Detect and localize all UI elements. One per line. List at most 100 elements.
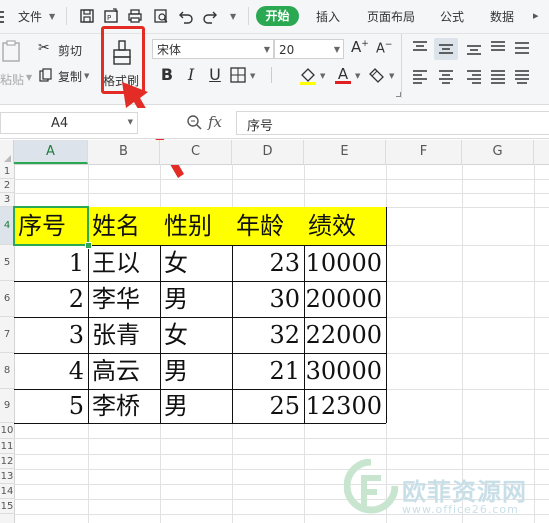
align-right-icon[interactable] <box>466 68 482 88</box>
name-box[interactable]: A4 ▼ <box>0 112 138 134</box>
align-center-icon[interactable] <box>438 68 454 88</box>
table-header-cell[interactable]: 年龄 <box>232 207 304 245</box>
font-size-select[interactable]: 20 ▼ <box>274 39 344 59</box>
row-header[interactable]: 8 <box>0 353 14 389</box>
column-header-b[interactable]: B <box>88 140 160 164</box>
row-header[interactable]: 15 <box>0 499 14 514</box>
table-cell[interactable]: 23 <box>232 245 304 281</box>
print-icon[interactable] <box>125 6 145 26</box>
export-pdf-icon[interactable]: P <box>101 6 121 26</box>
table-cell[interactable]: 2 <box>14 281 88 317</box>
select-all-corner[interactable] <box>0 140 14 164</box>
align-bottom-icon[interactable] <box>466 40 482 60</box>
chevron-down-icon[interactable]: ▼ <box>84 72 89 80</box>
decrease-font-size-icon[interactable]: A− <box>376 40 392 56</box>
row-header[interactable]: 1 <box>0 164 14 179</box>
row-header[interactable]: 11 <box>0 439 14 454</box>
fill-color-icon[interactable] <box>298 66 318 90</box>
chevron-down-icon[interactable]: ▼ <box>320 72 325 80</box>
zoom-formula-icon[interactable] <box>186 114 202 134</box>
print-preview-icon[interactable] <box>151 6 171 26</box>
column-header-g[interactable]: G <box>462 140 534 164</box>
row-header[interactable]: 12 <box>0 454 14 469</box>
chevron-down-icon[interactable]: ▼ <box>230 12 236 21</box>
chevron-down-icon[interactable]: ▼ <box>250 72 255 80</box>
fill-handle[interactable] <box>85 242 92 249</box>
row-header[interactable]: 5 <box>0 245 14 281</box>
table-cell[interactable]: 21 <box>232 353 304 389</box>
table-cell[interactable]: 5 <box>14 389 88 423</box>
save-icon[interactable] <box>77 6 97 26</box>
table-cell[interactable]: 4 <box>14 353 88 389</box>
chevron-down-icon[interactable]: ▼ <box>355 72 360 80</box>
table-header-cell[interactable]: 姓名 <box>88 207 160 245</box>
table-cell[interactable]: 1 <box>14 245 88 281</box>
table-cell[interactable]: 30000 <box>304 353 386 389</box>
table-cell[interactable]: 30 <box>232 281 304 317</box>
align-top-2-icon[interactable] <box>490 40 506 60</box>
active-cell-selection[interactable] <box>13 206 89 246</box>
column-header-c[interactable]: C <box>160 140 232 164</box>
table-cell[interactable]: 王以 <box>88 245 160 281</box>
hamburger-icon[interactable] <box>0 7 4 25</box>
align-left-icon[interactable] <box>412 68 428 88</box>
table-cell[interactable]: 男 <box>160 353 232 389</box>
table-header-cell[interactable]: 绩效 <box>304 207 386 245</box>
column-header-a[interactable]: A <box>14 140 88 164</box>
row-header[interactable]: 6 <box>0 281 14 317</box>
tab-data[interactable]: 数据 <box>490 8 514 25</box>
increase-font-size-icon[interactable]: A+ <box>351 38 369 56</box>
row-header[interactable]: 13 <box>0 469 14 484</box>
table-cell[interactable]: 男 <box>160 389 232 423</box>
undo-icon[interactable] <box>176 6 196 26</box>
column-header-h[interactable] <box>534 140 549 164</box>
redo-icon[interactable] <box>200 6 220 26</box>
column-header-d[interactable]: D <box>232 140 304 164</box>
row-header[interactable]: 14 <box>0 484 14 499</box>
font-color-icon[interactable]: A <box>335 65 351 84</box>
align-top-icon[interactable] <box>412 40 428 60</box>
fx-icon[interactable]: fx <box>208 113 222 131</box>
table-cell[interactable]: 张青 <box>88 317 160 353</box>
tab-home[interactable]: 开始 <box>256 6 299 26</box>
more-tabs-icon[interactable]: ▸ <box>533 6 549 26</box>
align-middle-icon[interactable] <box>434 38 458 60</box>
chevron-down-icon[interactable]: ▼ <box>389 72 394 80</box>
table-cell[interactable]: 男 <box>160 281 232 317</box>
formula-input[interactable]: 序号 <box>236 111 549 135</box>
table-cell[interactable]: 25 <box>232 389 304 423</box>
paste-button[interactable]: 粘贴 <box>0 38 26 98</box>
row-header[interactable]: 10 <box>0 423 14 439</box>
tab-formulas[interactable]: 公式 <box>440 8 464 25</box>
table-cell[interactable]: 12300 <box>304 389 386 423</box>
table-cell[interactable]: 女 <box>160 245 232 281</box>
borders-icon[interactable] <box>230 67 246 87</box>
table-cell[interactable]: 李华 <box>88 281 160 317</box>
file-menu[interactable]: 文件 <box>18 8 42 25</box>
table-cell[interactable]: 3 <box>14 317 88 353</box>
tab-insert[interactable]: 插入 <box>316 8 340 25</box>
row-header[interactable]: 9 <box>0 389 14 423</box>
column-header-f[interactable]: F <box>386 140 462 164</box>
table-cell[interactable]: 李桥 <box>88 389 160 423</box>
distributed-align-icon[interactable] <box>514 40 530 60</box>
justify-icon[interactable] <box>490 68 506 88</box>
table-cell[interactable]: 22000 <box>304 317 386 353</box>
underline-icon[interactable]: U <box>204 64 226 86</box>
table-header-cell[interactable]: 性别 <box>160 207 232 245</box>
row-header[interactable]: 2 <box>0 179 14 193</box>
tab-page-layout[interactable]: 页面布局 <box>367 8 415 25</box>
row-header[interactable]: 7 <box>0 317 14 353</box>
distributed-horizontal-icon[interactable] <box>514 68 530 88</box>
row-header[interactable]: 3 <box>0 193 14 207</box>
table-cell[interactable]: 高云 <box>88 353 160 389</box>
table-cell[interactable]: 32 <box>232 317 304 353</box>
chevron-down-icon[interactable]: ▼ <box>26 73 32 82</box>
chevron-down-icon[interactable]: ▼ <box>49 12 55 21</box>
font-name-select[interactable]: 宋体 ▼ <box>152 39 274 59</box>
table-cell[interactable]: 10000 <box>304 245 386 281</box>
copy-button[interactable]: 复制 ▼ <box>38 66 89 84</box>
row-header[interactable]: 4 <box>0 207 14 245</box>
table-cell[interactable]: 20000 <box>304 281 386 317</box>
eraser-icon[interactable] <box>368 67 386 87</box>
